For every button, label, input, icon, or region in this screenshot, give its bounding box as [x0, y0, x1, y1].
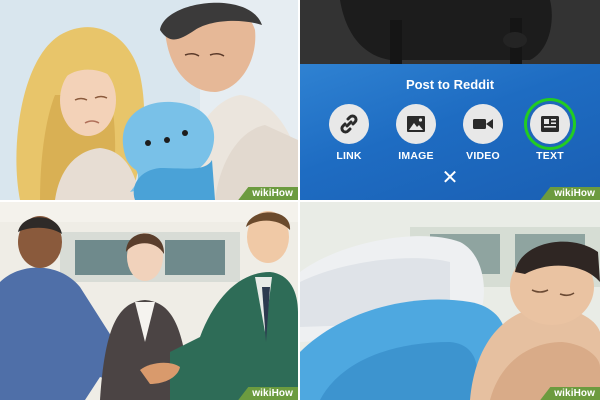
wikihow-watermark: wikiHow [540, 387, 600, 400]
post-option-label: TEXT [536, 150, 564, 162]
illustration-man-sleeping: wikiHow [300, 202, 600, 400]
wikihow-watermark: wikiHow [238, 187, 298, 200]
illustration-office-handshake: wikiHow [0, 202, 298, 400]
post-option-label: VIDEO [466, 150, 500, 162]
link-icon [329, 104, 369, 144]
video-camera-icon [463, 104, 503, 144]
reddit-post-screen: Post to Reddit LINK IMAGE VIDEO TEXT ✕ w… [300, 0, 600, 200]
post-option-video[interactable]: VIDEO [453, 104, 513, 162]
post-option-link[interactable]: LINK [319, 104, 379, 162]
post-option-label: LINK [336, 150, 362, 162]
sleeping-man-illustration [300, 202, 600, 400]
wikihow-watermark: wikiHow [238, 387, 298, 400]
post-option-label: IMAGE [398, 150, 434, 162]
wikihow-watermark: wikiHow [540, 187, 600, 200]
image-icon [396, 104, 436, 144]
sheet-title: Post to Reddit [405, 77, 495, 92]
handshake-illustration [0, 202, 298, 400]
dog-photo-image [300, 0, 600, 64]
close-icon[interactable]: ✕ [440, 168, 460, 188]
text-post-icon [530, 104, 570, 144]
illustration-worried-couple: wikiHow [0, 0, 298, 200]
post-option-image[interactable]: IMAGE [386, 104, 446, 162]
background-photo [300, 0, 600, 64]
post-option-text[interactable]: TEXT [520, 104, 580, 162]
couple-illustration [0, 0, 298, 200]
